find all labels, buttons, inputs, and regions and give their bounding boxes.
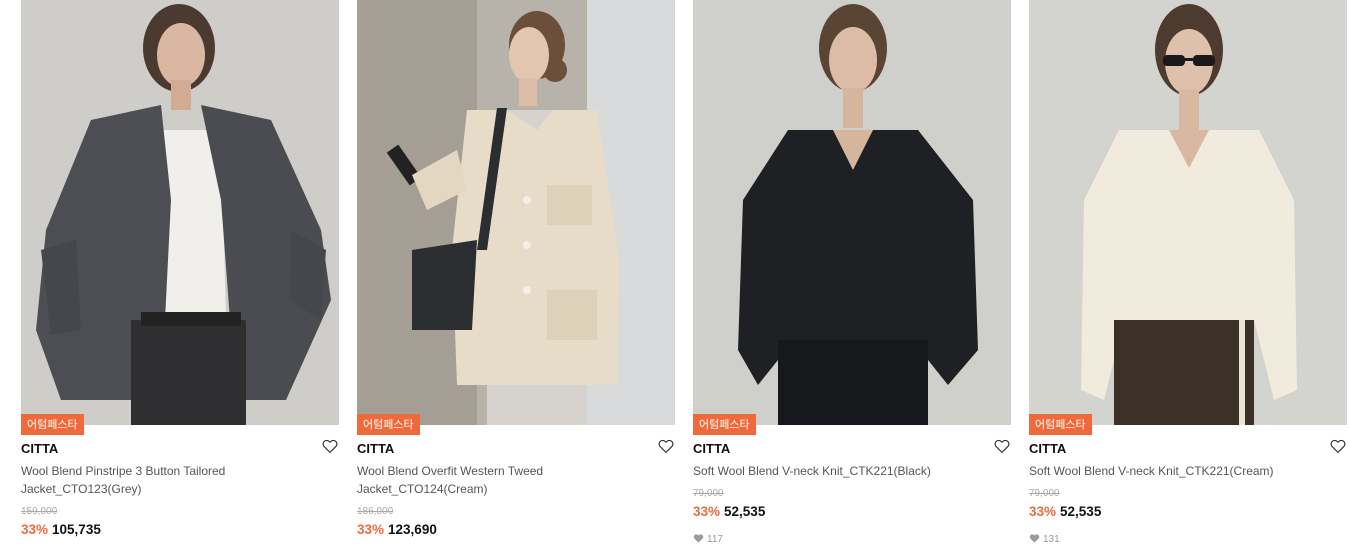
- like-count-value: 117: [707, 534, 723, 545]
- sale-price: 52,535: [1060, 504, 1102, 519]
- like-count: 117: [693, 533, 723, 546]
- promo-badge: 어텀페스타: [357, 414, 420, 435]
- brand-name[interactable]: CITTA: [1029, 441, 1066, 456]
- sale-price: 123,690: [388, 522, 437, 537]
- promo-badge: 어텀페스타: [21, 414, 84, 435]
- product-image[interactable]: [21, 0, 339, 425]
- original-price: 159,000: [21, 506, 58, 517]
- discount-rate: 33%: [1029, 504, 1057, 519]
- promo-badge: 어텀페스타: [693, 414, 756, 435]
- product-photo-black-knit: [693, 0, 1011, 425]
- price-row: 33% 52,535: [693, 504, 765, 520]
- original-price: 79,000: [1029, 488, 1060, 499]
- heart-icon[interactable]: [993, 437, 1011, 455]
- discount-rate: 33%: [693, 504, 721, 519]
- product-card[interactable]: 어텀페스타 CITTA Soft Wool Blend V-neck Knit_…: [693, 0, 1011, 548]
- heart-icon[interactable]: [1329, 437, 1347, 455]
- product-image[interactable]: [357, 0, 675, 425]
- heart-icon[interactable]: [657, 437, 675, 455]
- product-image[interactable]: [693, 0, 1011, 425]
- product-name[interactable]: Soft Wool Blend V-neck Knit_CTK221(Cream…: [1029, 462, 1279, 480]
- product-card[interactable]: 어텀페스타 CITTA Wool Blend Pinstripe 3 Butto…: [21, 0, 339, 548]
- brand-name[interactable]: CITTA: [693, 441, 730, 456]
- price-row: 33% 105,735: [21, 522, 101, 538]
- discount-rate: 33%: [357, 522, 385, 537]
- original-price: 186,000: [357, 506, 394, 517]
- sale-price: 52,535: [724, 504, 766, 519]
- product-name[interactable]: Soft Wool Blend V-neck Knit_CTK221(Black…: [693, 462, 943, 480]
- heart-icon[interactable]: [321, 437, 339, 455]
- price-row: 33% 123,690: [357, 522, 437, 538]
- product-name[interactable]: Wool Blend Overfit Western Tweed Jacket_…: [357, 462, 607, 498]
- price-row: 33% 52,535: [1029, 504, 1101, 520]
- product-image[interactable]: [1029, 0, 1347, 425]
- sale-price: 105,735: [52, 522, 101, 537]
- product-photo-grey-jacket: [21, 0, 339, 425]
- promo-badge: 어텀페스타: [1029, 414, 1092, 435]
- heart-filled-icon: [693, 534, 704, 543]
- brand-name[interactable]: CITTA: [357, 441, 394, 456]
- brand-name[interactable]: CITTA: [21, 441, 58, 456]
- product-photo-cream-knit: [1029, 0, 1347, 425]
- like-count: 131: [1029, 533, 1060, 546]
- like-count-value: 131: [1043, 534, 1060, 545]
- product-card[interactable]: 어텀페스타 CITTA Soft Wool Blend V-neck Knit_…: [1029, 0, 1347, 548]
- product-name[interactable]: Wool Blend Pinstripe 3 Button Tailored J…: [21, 462, 271, 498]
- product-card[interactable]: 어텀페스타 CITTA Wool Blend Overfit Western T…: [357, 0, 675, 548]
- product-grid: 어텀페스타 CITTA Wool Blend Pinstripe 3 Butto…: [21, 0, 1347, 548]
- heart-filled-icon: [1029, 534, 1040, 543]
- discount-rate: 33%: [21, 522, 49, 537]
- original-price: 79,000: [693, 488, 724, 499]
- product-photo-cream-tweed-jacket: [357, 0, 675, 425]
